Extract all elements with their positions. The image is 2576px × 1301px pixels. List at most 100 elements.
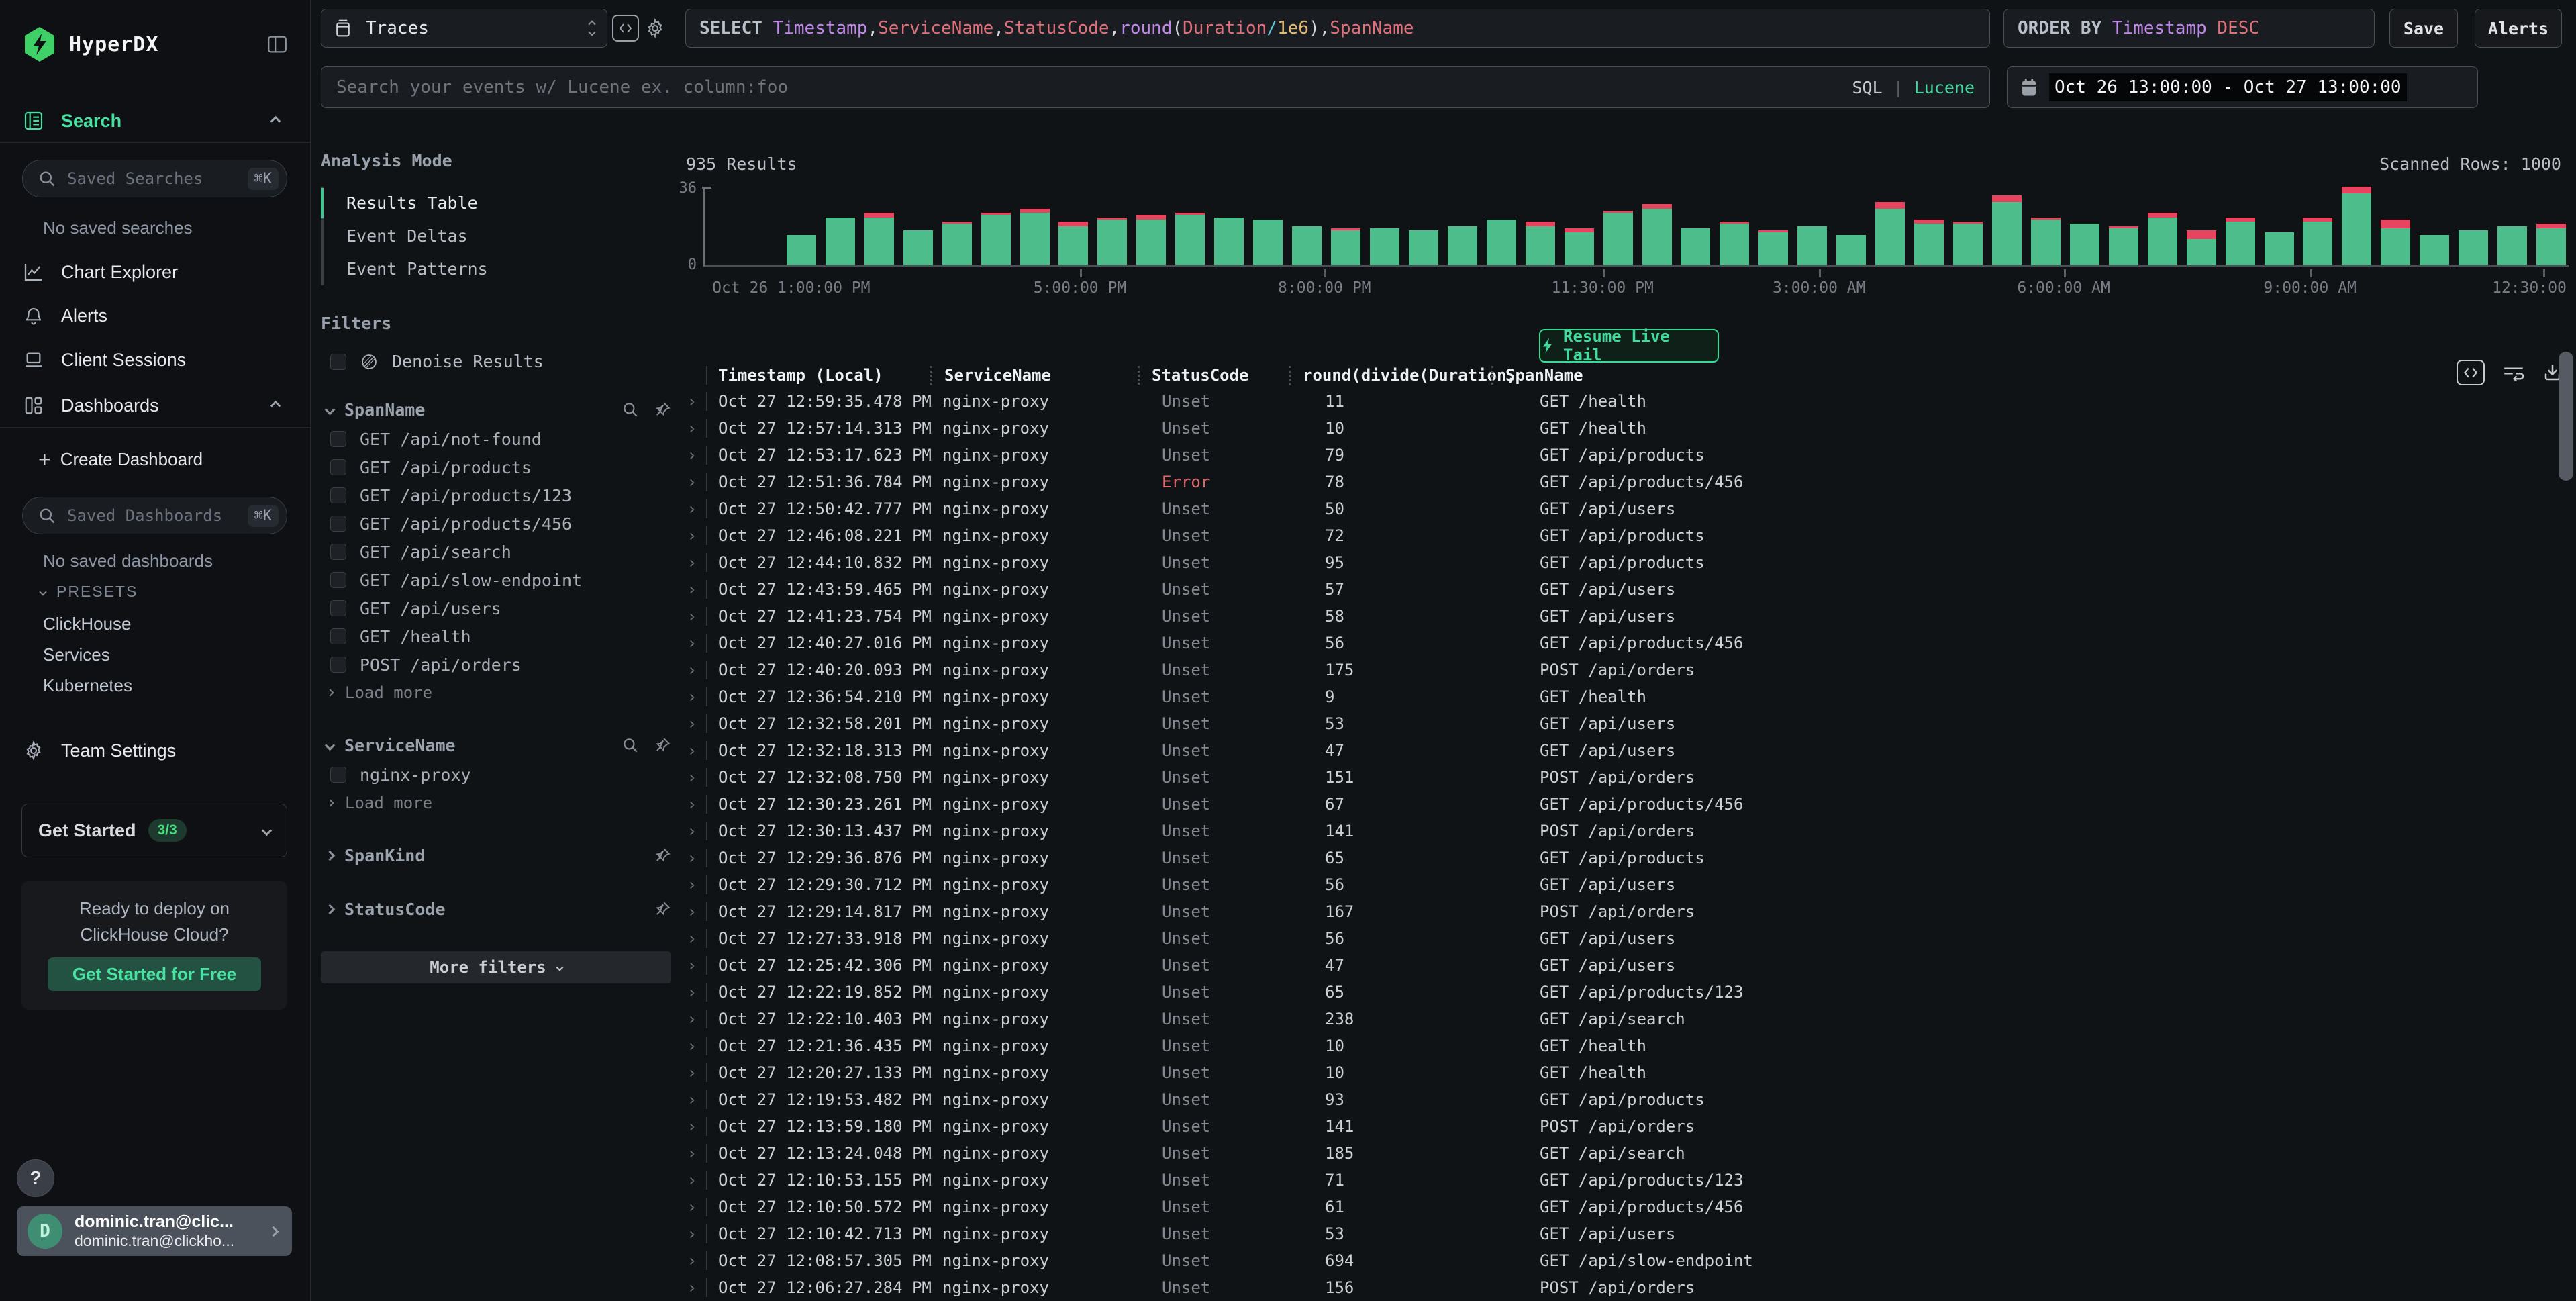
table-row[interactable]: ›Oct 27 12:27:33.918 PMnginx-proxyUnset5… [678,925,2557,952]
lucene-toggle[interactable]: Lucene [1914,78,1975,97]
row-expand-chevron-icon[interactable]: › [678,607,706,626]
row-expand-chevron-icon[interactable]: › [678,956,706,975]
filter-value-checkbox[interactable]: GET /api/products [321,453,671,481]
histogram-bar[interactable] [864,213,894,265]
column-header[interactable]: ServiceName [930,366,1150,385]
table-row[interactable]: ›Oct 27 12:44:10.832 PMnginx-proxyUnset9… [678,549,2557,576]
histogram-bar[interactable] [1331,228,1360,265]
histogram-bar[interactable] [1526,222,1555,265]
filter-value-checkbox[interactable]: GET /api/users [321,594,671,622]
histogram-bar[interactable] [1797,226,1827,266]
row-expand-chevron-icon[interactable]: › [678,1198,706,1216]
pin-icon[interactable] [654,900,671,918]
row-expand-chevron-icon[interactable]: › [678,1063,706,1082]
histogram-bar[interactable] [2459,230,2488,265]
histogram-bar[interactable] [942,222,972,265]
pin-icon[interactable] [654,736,671,754]
histogram-bar[interactable] [2148,213,2177,265]
checkbox[interactable] [330,600,346,616]
table-row[interactable]: ›Oct 27 12:29:30.712 PMnginx-proxyUnset5… [678,871,2557,898]
table-row[interactable]: ›Oct 27 12:30:13.437 PMnginx-proxyUnset1… [678,818,2557,845]
sidebar-item-preset[interactable]: Kubernetes [43,675,132,696]
row-expand-chevron-icon[interactable]: › [678,1278,706,1297]
table-row[interactable]: ›Oct 27 12:32:58.201 PMnginx-proxyUnset5… [678,710,2557,737]
histogram-bar[interactable] [2031,218,2061,266]
histogram-bar[interactable] [2109,226,2138,266]
histogram-bar[interactable] [1058,222,1088,265]
table-row[interactable]: ›Oct 27 12:41:23.754 PMnginx-proxyUnset5… [678,603,2557,630]
saved-dashboards-input[interactable]: Saved Dashboards ⌘K [22,497,287,534]
row-expand-chevron-icon[interactable]: › [678,1171,706,1190]
histogram-bar[interactable] [2420,235,2449,266]
source-select[interactable]: Traces [321,9,607,48]
checkbox[interactable] [330,628,346,644]
table-row[interactable]: ›Oct 27 12:51:36.784 PMnginx-proxyError7… [678,469,2557,495]
filter-value-checkbox[interactable]: nginx-proxy [321,761,671,789]
table-row[interactable]: ›Oct 27 12:20:27.133 PMnginx-proxyUnset1… [678,1059,2557,1086]
code-toggle-icon[interactable] [612,15,639,42]
checkbox[interactable] [330,767,346,783]
histogram-bar[interactable] [1914,220,1944,265]
table-row[interactable]: ›Oct 27 12:13:59.180 PMnginx-proxyUnset1… [678,1113,2557,1140]
histogram-bar[interactable] [2536,224,2566,265]
more-filters-button[interactable]: More filters [321,951,671,983]
histogram-bar[interactable] [1370,228,1399,265]
checkbox[interactable] [330,544,346,560]
table-row[interactable]: ›Oct 27 12:32:08.750 PMnginx-proxyUnset1… [678,764,2557,791]
row-expand-chevron-icon[interactable]: › [678,929,706,948]
filter-value-checkbox[interactable]: POST /api/orders [321,650,671,679]
table-row[interactable]: ›Oct 27 12:36:54.210 PMnginx-proxyUnset9… [678,683,2557,710]
table-row[interactable]: ›Oct 27 12:06:27.284 PMnginx-proxyUnset1… [678,1274,2557,1301]
table-row[interactable]: ›Oct 27 12:46:08.221 PMnginx-proxyUnset7… [678,522,2557,549]
row-expand-chevron-icon[interactable]: › [678,553,706,572]
histogram-bar[interactable] [2070,224,2099,265]
table-row[interactable]: ›Oct 27 12:32:18.313 PMnginx-proxyUnset4… [678,737,2557,764]
load-more-button[interactable]: Load more [321,789,671,817]
table-row[interactable]: ›Oct 27 12:22:19.852 PMnginx-proxyUnset6… [678,979,2557,1006]
load-more-button[interactable]: Load more [321,679,671,707]
filter-value-checkbox[interactable]: GET /api/search [321,538,671,566]
row-expand-chevron-icon[interactable]: › [678,526,706,545]
search-icon[interactable] [622,401,639,418]
histogram-bar[interactable] [903,230,933,265]
presets-toggle[interactable]: PRESETS [40,583,138,601]
row-expand-chevron-icon[interactable]: › [678,822,706,840]
sidebar-item-preset[interactable]: Services [43,644,110,665]
sql-select-input[interactable]: SELECT Timestamp,ServiceName,StatusCode,… [685,9,1990,48]
row-expand-chevron-icon[interactable]: › [678,446,706,465]
table-row[interactable]: ›Oct 27 12:10:42.713 PMnginx-proxyUnset5… [678,1220,2557,1247]
row-expand-chevron-icon[interactable]: › [678,849,706,867]
histogram-bar[interactable] [1758,230,1788,265]
row-expand-chevron-icon[interactable]: › [678,1037,706,1055]
sidebar-item-chart-explorer[interactable]: Chart Explorer [22,256,289,288]
row-expand-chevron-icon[interactable]: › [678,902,706,921]
user-menu[interactable]: D dominic.tran@clic... dominic.tran@clic… [17,1206,292,1256]
row-expand-chevron-icon[interactable]: › [678,580,706,599]
column-header[interactable]: StatusCode [1138,366,1301,385]
sidebar-item-client-sessions[interactable]: Client Sessions [22,344,289,376]
row-expand-chevron-icon[interactable]: › [678,687,706,706]
histogram-bar[interactable] [1642,204,1672,265]
table-row[interactable]: ›Oct 27 12:25:42.306 PMnginx-proxyUnset4… [678,952,2557,979]
sidebar-collapse-icon[interactable] [266,33,289,56]
filter-value-checkbox[interactable]: GET /health [321,622,671,650]
sql-toggle[interactable]: SQL [1852,78,1882,97]
save-button[interactable]: Save [2389,9,2458,48]
pin-icon[interactable] [654,401,671,418]
histogram-bar[interactable] [1214,218,1244,266]
histogram-bar[interactable] [2303,218,2332,266]
row-expand-chevron-icon[interactable]: › [678,419,706,438]
filter-group-header[interactable]: StatusCode [321,894,671,924]
query-settings-gear-icon[interactable] [642,15,668,42]
sidebar-item-search[interactable]: Search [22,105,289,137]
analysis-mode-option[interactable]: Event Patterns [324,252,671,285]
table-row[interactable]: ›Oct 27 12:22:10.403 PMnginx-proxyUnset2… [678,1006,2557,1032]
filter-value-checkbox[interactable]: GET /api/not-found [321,425,671,453]
resume-live-tail-button[interactable]: Resume Live Tail [1539,329,1719,363]
row-expand-chevron-icon[interactable]: › [678,473,706,491]
row-expand-chevron-icon[interactable]: › [678,392,706,411]
histogram-bar[interactable] [1448,226,1477,266]
checkbox[interactable] [330,431,346,447]
column-header[interactable]: SpanName [1491,366,2557,385]
histogram-bar[interactable] [1487,220,1516,265]
